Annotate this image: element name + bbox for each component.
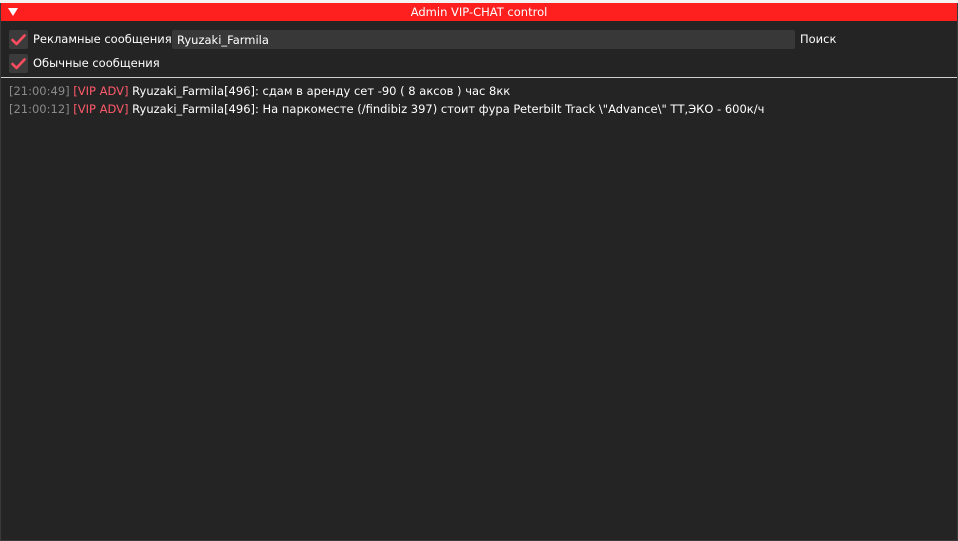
log-message: Ryuzaki_Farmila[496]: сдам в аренду сет … (132, 84, 511, 98)
checkmark-icon (11, 57, 26, 69)
log-line: [21:00:12] [VIP ADV] Ryuzaki_Farmila[496… (9, 100, 949, 118)
log-tag: [VIP ADV] (73, 84, 129, 98)
checkmark-icon (11, 33, 26, 45)
log-message: Ryuzaki_Farmila[496]: На паркоместе (/fi… (132, 102, 765, 116)
search-input[interactable] (172, 30, 795, 49)
log-timestamp: [21:00:49] (9, 84, 70, 98)
search-label: Поиск (800, 32, 837, 46)
regular-checkbox[interactable] (9, 54, 28, 73)
log-timestamp: [21:00:12] (9, 102, 70, 116)
ads-filter[interactable]: Рекламные сообщения (9, 30, 172, 49)
title-bar[interactable]: Admin VIP-CHAT control (1, 3, 957, 21)
separator (1, 77, 957, 78)
log-line: [21:00:49] [VIP ADV] Ryuzaki_Farmila[496… (9, 82, 949, 100)
ads-checkbox[interactable] (9, 30, 28, 49)
window-title: Admin VIP-CHAT control (410, 5, 548, 19)
regular-filter[interactable]: Обычные сообщения (9, 54, 160, 73)
regular-filter-label: Обычные сообщения (33, 56, 160, 70)
log-tag: [VIP ADV] (73, 102, 129, 116)
ads-filter-label: Рекламные сообщения (33, 32, 172, 46)
chat-log[interactable]: [21:00:49] [VIP ADV] Ryuzaki_Farmila[496… (9, 82, 949, 118)
vip-chat-window: Admin VIP-CHAT control Рекламные сообщен… (0, 3, 958, 541)
